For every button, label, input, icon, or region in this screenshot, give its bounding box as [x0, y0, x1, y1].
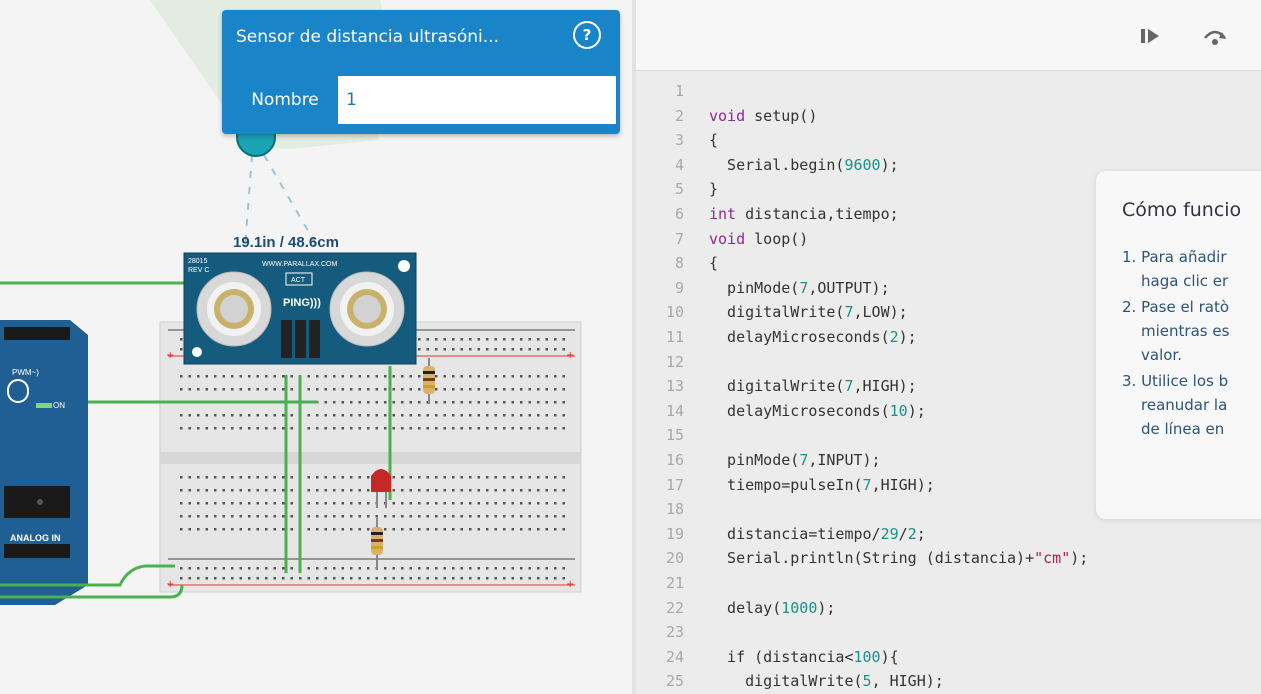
svg-text:+: + — [566, 579, 574, 590]
line-number: 22 — [665, 598, 684, 617]
svg-text:ANALOG IN: ANALOG IN — [10, 533, 61, 543]
code-text: pinMode(7,OUTPUT); — [709, 278, 890, 297]
code-line[interactable]: 2 void setup() — [636, 104, 1261, 128]
code-line[interactable]: 20 Serial.println(String (distancia)+"cm… — [636, 546, 1261, 570]
line-number: 5 — [674, 180, 684, 199]
line-number: 4 — [674, 155, 684, 174]
code-text: int distancia,tiempo; — [709, 205, 899, 223]
code-text: { — [709, 254, 719, 273]
line-number: 21 — [665, 574, 684, 592]
ultrasonic-sensor[interactable]: 28015 REV C WWW.PARALLAX.COM ACT PING))) — [183, 252, 417, 365]
code-text: void setup() — [709, 106, 818, 125]
help-item: de línea en — [1141, 420, 1225, 438]
line-number: 18 — [665, 500, 684, 519]
code-text: digitalWrite(5, HIGH); — [709, 672, 944, 691]
svg-text:REV C: REV C — [188, 267, 209, 274]
line-number: 2 — [674, 106, 684, 125]
code-text: distancia=tiempo/29/2; — [709, 524, 926, 543]
line-number: 24 — [665, 647, 684, 666]
properties-panel: Sensor de distancia ultrasóni... ? Nombr… — [222, 10, 620, 134]
code-text: delay(1000); — [709, 598, 836, 617]
help-item: 1. Para añadir — [1122, 248, 1227, 266]
code-text: pinMode(7,INPUT); — [709, 451, 881, 469]
svg-text:28015: 28015 — [188, 258, 208, 265]
code-text: digitalWrite(7,LOW); — [709, 303, 908, 322]
line-number: 25 — [665, 672, 684, 691]
svg-text:ACT: ACT — [291, 277, 306, 284]
code-text: delayMicroseconds(10); — [709, 401, 926, 420]
line-number: 10 — [665, 303, 684, 322]
line-number: 9 — [674, 278, 684, 297]
code-area[interactable]: 1 2 void setup() 3{4 Serial.begin(9600); 5} 6… — [636, 70, 1261, 694]
line-number: 6 — [674, 205, 684, 223]
help-item: valor. — [1141, 346, 1182, 364]
line-number: 23 — [665, 623, 684, 642]
svg-text:+: + — [166, 579, 174, 590]
step-over-icon[interactable] — [1201, 22, 1229, 50]
help-title: Cómo funcio — [1122, 199, 1242, 221]
help-item: haga clic er — [1141, 272, 1229, 290]
svg-text:+: + — [166, 350, 174, 361]
code-editor-panel: 1 2 void setup() 3{4 Serial.begin(9600); 5} 6… — [636, 0, 1261, 694]
code-text: delayMicroseconds(2); — [709, 328, 917, 346]
code-line[interactable]: 24 if (distancia<100){ — [636, 645, 1261, 669]
code-line[interactable]: 25 digitalWrite(5, HIGH); — [636, 669, 1261, 693]
line-number: 19 — [665, 524, 684, 543]
code-text: digitalWrite(7,HIGH); — [709, 377, 917, 396]
line-number: 20 — [665, 549, 684, 568]
help-item: 3. Utilice los b — [1122, 372, 1229, 390]
code-text: void loop() — [709, 229, 809, 248]
name-input[interactable] — [346, 84, 606, 116]
code-text: if (distancia<100){ — [709, 647, 899, 666]
help-item: mientras es — [1141, 322, 1230, 340]
line-number: 3 — [674, 131, 684, 150]
svg-text:PWM~): PWM~) — [12, 368, 39, 377]
svg-text:+: + — [566, 350, 574, 361]
line-number: 17 — [665, 475, 684, 494]
svg-text:PING))): PING))) — [283, 297, 321, 309]
line-number: 14 — [665, 401, 684, 420]
line-number: 1 — [674, 82, 684, 100]
code-text: Serial.begin(9600); — [709, 155, 899, 174]
code-text: tiempo=pulseIn(7,HIGH); — [709, 475, 935, 494]
code-text: Serial.println(String (distancia)+"cm"); — [709, 549, 1089, 568]
code-text: } — [709, 180, 719, 199]
line-number: 8 — [674, 254, 684, 273]
code-line[interactable]: 22 delay(1000); — [636, 596, 1261, 620]
svg-text:ON: ON — [53, 401, 65, 410]
name-row: Nombre — [232, 76, 616, 124]
line-number: 16 — [665, 451, 684, 469]
step-forward-icon[interactable] — [1136, 22, 1164, 50]
editor-toolbar — [636, 0, 1261, 70]
help-icon[interactable]: ? — [573, 21, 601, 49]
line-number: 7 — [674, 229, 684, 248]
code-line[interactable]: 3{ — [636, 128, 1261, 152]
help-card: Cómo funcio 1. Para añadir haga clic er … — [1096, 171, 1261, 519]
code-text: { — [709, 131, 719, 150]
panel-title: Sensor de distancia ultrasóni... — [236, 27, 499, 47]
line-number: 13 — [665, 377, 684, 396]
arduino-board[interactable]: ON PWM~) ANALOG IN — [0, 320, 88, 605]
help-item: reanudar la — [1141, 396, 1228, 414]
help-item: 2. Pase el ratò — [1122, 298, 1230, 316]
name-label: Nombre — [232, 76, 338, 124]
line-number: 12 — [665, 352, 684, 371]
line-number: 15 — [665, 426, 684, 445]
distance-readout: 19.1in / 48.6cm — [233, 234, 339, 251]
code-line[interactable]: 19 distancia=tiempo/29/2; — [636, 522, 1261, 546]
line-number: 11 — [665, 328, 684, 346]
code-line[interactable]: 21 — [636, 571, 1261, 595]
code-line[interactable]: 1 — [636, 79, 1261, 103]
code-line[interactable]: 23 — [636, 620, 1261, 644]
circuit-canvas[interactable]: ON PWM~) ANALOG IN + + + + 28015 REV C W… — [0, 0, 632, 694]
svg-text:WWW.PARALLAX.COM: WWW.PARALLAX.COM — [262, 261, 337, 268]
